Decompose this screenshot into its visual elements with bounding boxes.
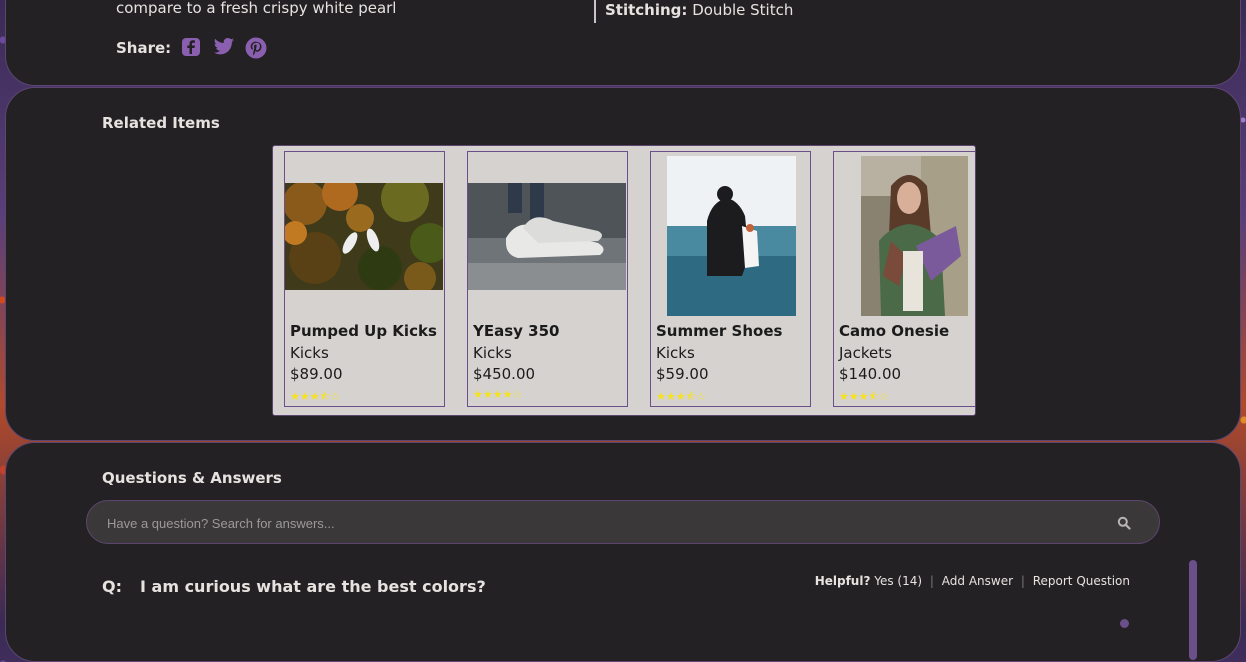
- product-card[interactable]: YEasy 350 Kicks $450.00 ★★★★☆: [467, 151, 628, 407]
- product-price: $450.00: [473, 365, 536, 383]
- product-image[interactable]: [861, 156, 968, 316]
- product-price: $140.00: [839, 365, 902, 383]
- product-image[interactable]: [285, 183, 443, 290]
- search-icon[interactable]: [1117, 515, 1131, 530]
- twitter-icon[interactable]: [213, 37, 235, 59]
- product-name: YEasy 350: [473, 322, 560, 340]
- helpful-label: Helpful?: [814, 574, 871, 588]
- related-items-carousel: Pumped Up Kicks Kicks $89.00 ★★★⯪☆ YEasy…: [272, 145, 976, 416]
- qa-search-input[interactable]: [105, 501, 1089, 545]
- facebook-icon[interactable]: [181, 37, 203, 59]
- star-rating: ★★★⯪☆: [839, 390, 889, 403]
- divider: |: [929, 574, 934, 588]
- product-name: Camo Onesie: [839, 322, 950, 340]
- stitching-label: Stitching:: [605, 1, 688, 19]
- product-card[interactable]: Summer Shoes Kicks $59.00 ★★★⯪☆: [650, 151, 811, 407]
- share-row: Share:: [116, 37, 267, 59]
- product-price: $59.00: [656, 365, 709, 383]
- related-items-panel: Related Items Pumped Up Kicks Kicks $89.…: [5, 87, 1241, 441]
- star-rating: ★★★★☆: [473, 388, 523, 401]
- related-items-title: Related Items: [102, 114, 220, 132]
- product-category: Kicks: [290, 344, 329, 362]
- star-rating: ★★★⯪☆: [290, 390, 340, 403]
- product-name: Summer Shoes: [656, 322, 783, 340]
- question-actions: Helpful? Yes (14) | Add Answer | Report …: [815, 574, 1130, 588]
- qa-search-bar[interactable]: [86, 500, 1160, 545]
- product-name: Pumped Up Kicks: [290, 322, 437, 340]
- question-text: I am curious what are the best colors?: [140, 577, 486, 596]
- question-item: Q: I am curious what are the best colors?: [102, 577, 486, 596]
- product-card[interactable]: Pumped Up Kicks Kicks $89.00 ★★★⯪☆: [284, 151, 445, 407]
- product-category: Kicks: [473, 344, 512, 362]
- add-answer-link[interactable]: Add Answer: [942, 574, 1013, 588]
- product-card[interactable]: Camo Onesie Jackets $140.00 ★★★⯪☆: [833, 151, 975, 407]
- qa-title: Questions & Answers: [102, 469, 282, 487]
- product-category: Jackets: [839, 344, 892, 362]
- divider: |: [1020, 574, 1025, 588]
- stitching-feature: Stitching: Double Stitch: [594, 0, 793, 23]
- share-label: Share:: [116, 39, 172, 57]
- pinterest-icon[interactable]: [245, 37, 267, 59]
- report-question-link[interactable]: Report Question: [1033, 574, 1130, 588]
- product-image[interactable]: [667, 156, 796, 316]
- product-image[interactable]: [468, 183, 626, 290]
- product-category: Kicks: [656, 344, 695, 362]
- product-price: $89.00: [290, 365, 343, 383]
- stitching-value: Double Stitch: [692, 1, 794, 19]
- product-description: compare to a fresh crispy white pearl: [116, 0, 397, 17]
- product-overview-panel: compare to a fresh crispy white pearl Sh…: [5, 0, 1241, 86]
- questions-answers-panel: Questions & Answers Q: I am curious what …: [5, 442, 1241, 662]
- qa-scrollbar[interactable]: [1189, 560, 1197, 660]
- question-prefix: Q:: [102, 577, 122, 596]
- helpful-yes-link[interactable]: Yes (14): [874, 574, 922, 588]
- star-rating: ★★★⯪☆: [656, 390, 706, 403]
